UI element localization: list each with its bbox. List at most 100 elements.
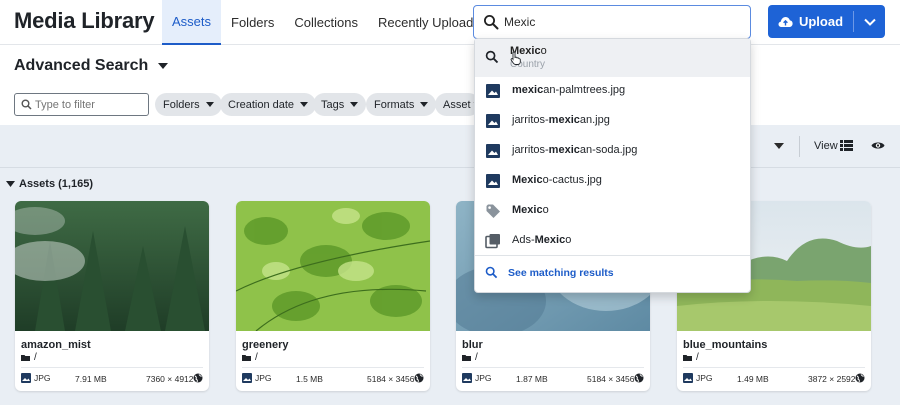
asset-format: JPG [21,373,51,383]
assets-section-header[interactable]: Assets (1,165) [6,178,93,190]
see-matching-results-link[interactable]: See matching results [485,266,614,279]
search-suggestions: Mexico Country mexican-palmtrees.jpg jar… [474,38,751,293]
filter-panel: Advanced Search Folders Creation date Ta… [0,46,900,125]
asset-size: 1.49 MB [737,374,769,384]
upload-main[interactable]: Upload [768,5,853,38]
upload-menu-button[interactable] [854,5,885,38]
image-icon [21,373,31,383]
rest-text: o [540,45,547,57]
caret-down-icon [6,181,15,187]
sort-caret-down-icon[interactable] [774,143,784,149]
format-label: JPG [696,373,713,383]
asset-format: JPG [683,373,713,383]
path-text: / [255,352,258,363]
card-divider [683,367,865,368]
filter-field[interactable] [14,93,149,116]
toolbar-divider [799,136,800,157]
folder-icon [242,355,251,361]
asset-card[interactable]: greenery / JPG 1.5 MB 5184 × 3456 [236,201,430,391]
asset-size: 1.5 MB [296,374,323,384]
image-icon [486,114,500,128]
card-divider [462,367,644,368]
suggestion-text: jarritos-mexican-soda.jpg [512,144,638,156]
asset-dimensions: 5184 × 3456 [587,374,635,384]
tab-folders[interactable]: Folders [221,0,284,45]
asset-card[interactable]: amazon_mist / JPG 7.91 MB 7360 × 4912 [15,201,209,391]
card-divider [242,367,424,368]
chip-label: Formats [374,98,415,111]
suggestion-text: mexican-palmtrees.jpg [512,84,626,96]
suggestion-text: Mexico-cactus.jpg [512,174,602,186]
advanced-search-title: Advanced Search [14,57,149,74]
asset-path: / [462,352,478,363]
advanced-search-toggle[interactable]: Advanced Search [14,57,169,75]
image-icon [683,373,693,383]
filter-chip-formats[interactable]: Formats [366,93,437,116]
hand-cursor-icon [510,51,521,65]
folder-icon [462,355,471,361]
filter-chip-creation-date[interactable]: Creation date [220,93,317,116]
folder-icon [683,355,692,361]
caret-down-icon [350,102,359,107]
suggestion-item[interactable]: Mexico-cactus.jpg [475,166,750,196]
see-more-label: See matching results [508,266,614,279]
caret-down-icon [300,102,309,107]
search-icon [484,15,499,30]
image-icon [486,174,500,188]
asset-name: amazon_mist [21,339,91,351]
view-label: View [814,140,838,152]
filter-chip-tags[interactable]: Tags [313,93,367,116]
tag-icon [486,204,500,218]
tab-collections[interactable]: Collections [284,0,368,45]
dropdown-divider [475,255,750,256]
suggestion-text: Mexico [512,204,549,216]
upload-label: Upload [798,14,844,29]
asset-dimensions: 5184 × 3456 [367,374,415,384]
app-title: Media Library [14,8,155,33]
caret-down-icon [205,102,214,107]
search-icon [485,50,499,64]
globe-icon [634,373,644,383]
filter-input[interactable] [35,97,145,113]
globe-icon [193,373,203,383]
main-tabs: Assets Folders Collections Recently Uplo… [162,0,498,45]
suggestion-text: Ads-Mexico [512,234,572,246]
path-text: / [475,352,478,363]
asset-size: 1.87 MB [516,374,548,384]
chevron-down-icon [863,18,876,26]
cloud-upload-icon [778,16,793,27]
eye-icon[interactable] [871,140,885,151]
tab-assets[interactable]: Assets [162,0,222,45]
suggestion-item[interactable]: mexican-palmtrees.jpg [475,76,750,106]
asset-dimensions: 7360 × 4912 [146,374,194,384]
image-icon [486,144,500,158]
suggestion-item[interactable]: Mexico [475,196,750,226]
asset-path: / [683,352,699,363]
results-toolbar [0,125,900,168]
asset-name: blue_mountains [683,339,768,351]
format-label: JPG [34,373,51,383]
search-icon [485,266,498,279]
asset-name: blur [462,339,483,351]
format-label: JPG [475,373,492,383]
chip-label: Creation date [228,98,295,111]
search-icon [21,99,32,110]
search-input[interactable]: Mexic [473,5,751,39]
list-view-icon[interactable] [840,140,853,151]
suggestion-text: jarritos-mexican.jpg [512,114,610,126]
asset-name: greenery [242,339,289,351]
thumbnail-greenery [236,201,430,331]
asset-path: / [21,352,37,363]
asset-size: 7.91 MB [75,374,107,384]
thumbnail-forest-mist [15,201,209,331]
chip-label: Folders [163,98,200,111]
path-text: / [34,352,37,363]
upload-button[interactable]: Upload [768,5,885,38]
globe-icon [855,373,865,383]
filter-chip-folders[interactable]: Folders [155,93,222,116]
asset-dimensions: 3872 × 2592 [808,374,856,384]
suggestion-item[interactable]: Ads-Mexico [475,226,750,256]
image-icon [462,373,472,383]
suggestion-item[interactable]: jarritos-mexican.jpg [475,106,750,136]
suggestion-item[interactable]: jarritos-mexican-soda.jpg [475,136,750,166]
